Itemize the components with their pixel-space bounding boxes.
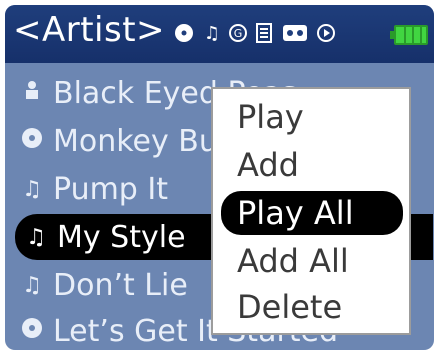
music-note-icon[interactable]: ♫ bbox=[201, 22, 223, 44]
album-icon bbox=[19, 127, 45, 155]
svg-text:G: G bbox=[234, 27, 243, 40]
music-note-icon: ♫ bbox=[22, 272, 42, 298]
music-note-icon: ♫ bbox=[22, 176, 42, 202]
playlist-icon[interactable] bbox=[253, 22, 275, 44]
context-menu: Play Add Play All Add All Delete bbox=[211, 87, 411, 335]
header-bar: <Artist> ♫ G bbox=[5, 5, 434, 63]
list-item-label: Pump It bbox=[53, 171, 168, 207]
menu-item-play-all[interactable]: Play All bbox=[221, 191, 403, 235]
menu-item-play[interactable]: Play bbox=[237, 95, 304, 139]
disc-icon[interactable] bbox=[173, 22, 195, 44]
artist-icon bbox=[19, 80, 45, 106]
menu-item-add-all[interactable]: Add All bbox=[237, 239, 349, 283]
genre-icon[interactable]: G bbox=[227, 22, 249, 44]
list-item-label: My Style bbox=[57, 219, 186, 255]
album-icon bbox=[19, 317, 45, 345]
battery-full-icon bbox=[390, 25, 428, 45]
tape-icon[interactable] bbox=[281, 22, 309, 44]
play-circle-icon[interactable] bbox=[315, 22, 337, 44]
page-title: <Artist> bbox=[13, 10, 166, 50]
player-screen: <Artist> ♫ G Black Eyed Peas Monkey Busi… bbox=[5, 5, 434, 350]
menu-item-delete[interactable]: Delete bbox=[237, 285, 342, 329]
list-item-label: Don’t Lie bbox=[53, 267, 188, 303]
music-note-icon: ♫ bbox=[26, 224, 46, 250]
menu-item-add[interactable]: Add bbox=[237, 143, 299, 187]
